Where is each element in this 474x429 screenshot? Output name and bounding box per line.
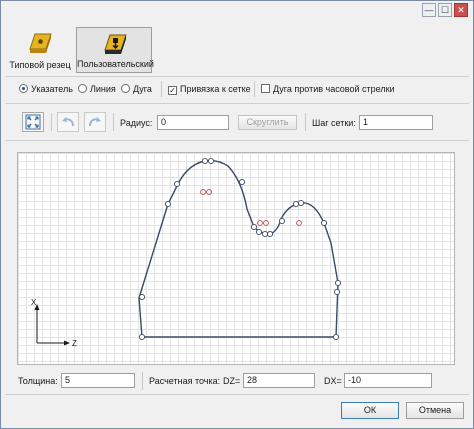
- grid-step-input[interactable]: 1: [359, 115, 433, 130]
- radio-icon: [121, 84, 130, 93]
- divider: [51, 113, 52, 131]
- radius-label: Радиус:: [120, 118, 153, 128]
- cancel-button[interactable]: Отмена: [406, 402, 464, 419]
- contour-node[interactable]: [201, 157, 209, 165]
- profile-drawing[interactable]: [18, 153, 454, 364]
- contour-node[interactable]: [292, 200, 300, 208]
- contour-node[interactable]: [332, 333, 340, 341]
- snap-to-grid-checkbox[interactable]: ✓ Привязка к сетке: [168, 83, 251, 95]
- contour-node[interactable]: [297, 199, 305, 207]
- contour-node[interactable]: [334, 279, 342, 287]
- mode-line-label: Линия: [90, 84, 116, 94]
- snap-to-grid-label: Привязка к сетке: [180, 84, 251, 94]
- maximize-icon: ☐: [440, 5, 450, 15]
- contour-node[interactable]: [255, 228, 263, 236]
- contour-node[interactable]: [238, 178, 246, 186]
- mode-arc-label: Дуга: [133, 84, 152, 94]
- contour-node[interactable]: [278, 217, 286, 225]
- divider: [5, 394, 469, 395]
- arc-ccw-checkbox[interactable]: Дуга против часовой стрелки: [261, 83, 395, 95]
- tool-custom-insert[interactable]: Пользовательский: [76, 27, 154, 73]
- divider: [5, 76, 469, 77]
- contour-node[interactable]: [333, 288, 341, 296]
- arc-center-marker: [257, 220, 263, 226]
- mode-pointer[interactable]: Указатель: [19, 83, 73, 95]
- contour-node[interactable]: [266, 230, 274, 238]
- custom-insert-dialog: — ☐ ✕ Типовой резец Пользовательский Ука…: [0, 0, 474, 429]
- divider: [5, 103, 469, 104]
- grid-step-label: Шаг сетки:: [312, 118, 356, 128]
- arc-center-marker: [263, 220, 269, 226]
- contour-node[interactable]: [320, 219, 328, 227]
- divider: [305, 113, 306, 131]
- contour-node[interactable]: [173, 180, 181, 188]
- tool-standard-insert-label: Типовой резец: [9, 60, 71, 70]
- arc-center-marker: [200, 189, 206, 195]
- divider: [254, 81, 255, 97]
- dz-input[interactable]: 28: [243, 373, 315, 388]
- fit-view-button[interactable]: [22, 112, 44, 132]
- ok-button[interactable]: ОК: [341, 402, 399, 419]
- dz-label: DZ=: [223, 376, 241, 386]
- thickness-label: Толщина:: [18, 376, 58, 386]
- undo-icon: [62, 117, 74, 127]
- insert-profile-contour: [138, 159, 339, 338]
- minimize-icon: —: [424, 5, 434, 15]
- z-axis-label: Z: [72, 339, 77, 348]
- contour-node[interactable]: [250, 223, 258, 231]
- divider: [113, 113, 114, 131]
- redo-icon: [89, 117, 101, 127]
- axis-indicator: [34, 304, 70, 346]
- check-mark-icon: ✓: [168, 86, 177, 95]
- maximize-button[interactable]: ☐: [438, 3, 452, 17]
- x-axis-label: X: [31, 298, 37, 307]
- thickness-input[interactable]: 5: [61, 373, 135, 388]
- close-button[interactable]: ✕: [454, 3, 468, 17]
- contour-node[interactable]: [138, 293, 146, 301]
- tool-custom-insert-label: Пользовательский: [77, 59, 154, 69]
- contour-node[interactable]: [261, 230, 269, 238]
- radio-selected-icon: [19, 84, 28, 93]
- divider: [161, 81, 162, 97]
- mode-line[interactable]: Линия: [78, 83, 116, 95]
- contour-node[interactable]: [207, 157, 215, 165]
- arc-center-marker: [206, 189, 212, 195]
- tool-standard-insert[interactable]: Типовой резец: [7, 27, 73, 73]
- standard-insert-icon: [29, 33, 52, 53]
- undo-button[interactable]: [57, 112, 79, 132]
- arc-center-marker: [296, 220, 302, 226]
- mode-pointer-label: Указатель: [31, 84, 73, 94]
- fit-view-icon: [25, 114, 41, 130]
- dx-input[interactable]: -10: [344, 373, 432, 388]
- contour-node[interactable]: [164, 200, 172, 208]
- round-button[interactable]: Скруглить: [238, 115, 297, 130]
- dx-label: DX=: [324, 376, 342, 386]
- calc-point-label: Расчетная точка:: [149, 376, 221, 386]
- radio-icon: [78, 84, 87, 93]
- mode-arc[interactable]: Дуга: [121, 83, 152, 95]
- checkbox-icon: [261, 84, 270, 93]
- redo-button[interactable]: [84, 112, 106, 132]
- drawing-canvas[interactable]: X Z: [17, 152, 455, 365]
- arc-ccw-label: Дуга против часовой стрелки: [273, 84, 395, 94]
- title-bar: — ☐ ✕: [1, 1, 473, 21]
- radius-input[interactable]: 0: [157, 115, 229, 130]
- contour-node[interactable]: [138, 333, 146, 341]
- close-icon: ✕: [457, 5, 465, 15]
- minimize-button[interactable]: —: [422, 3, 436, 17]
- custom-insert-icon: [104, 34, 127, 54]
- divider: [5, 140, 469, 141]
- divider: [142, 372, 143, 390]
